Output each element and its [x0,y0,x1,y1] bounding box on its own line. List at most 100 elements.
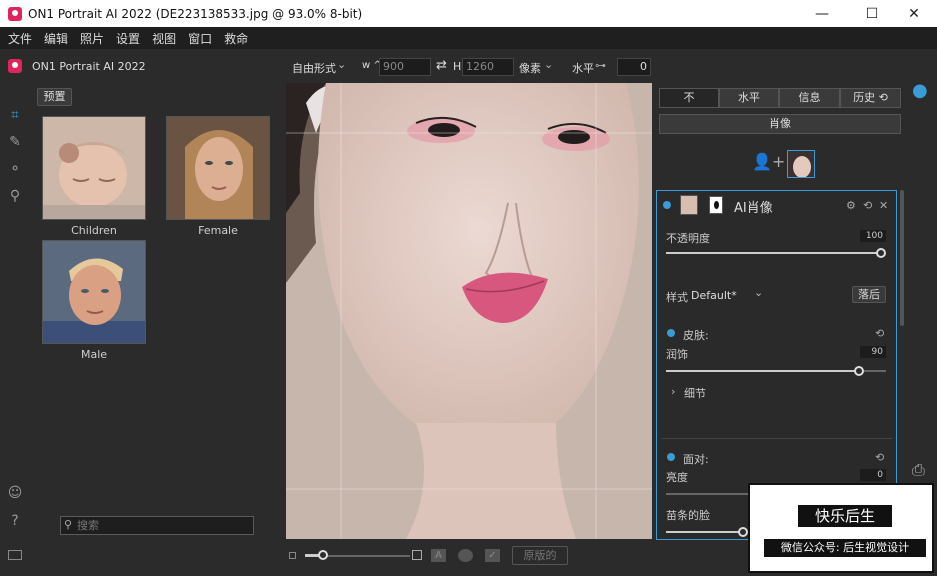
chevron-right-icon[interactable]: › [671,385,675,398]
opacity-label: 不透明度 [666,232,710,245]
slim-face-slider-knob[interactable] [738,527,748,537]
chevron-down-icon[interactable]: ⌄ [754,286,763,299]
skin-enable-dot[interactable] [667,329,675,337]
tab-level[interactable]: 水平 [719,88,779,108]
thumb-label-female: Female [198,224,238,237]
single-view-icon[interactable] [8,550,22,560]
style-select[interactable]: Default* [691,289,737,302]
reset-icon[interactable]: ⟲ [863,199,872,212]
chevron-down-icon[interactable]: ⌄ [337,58,346,71]
add-face-icon[interactable]: 👤+ [752,152,785,171]
watermark-line2: 微信公众号: 后生视觉设计 [764,539,926,557]
preset-thumb-female[interactable] [166,116,270,220]
gear-icon[interactable]: ⚙ [846,199,856,212]
ai-panel-title: AI肖像 [734,201,773,216]
help-icon[interactable]: ? [6,512,24,530]
smooth-label: 润饰 [666,348,688,361]
menu-edit[interactable]: 编辑 [44,30,68,47]
level-label: 水平 [572,62,594,75]
swap-icon[interactable]: ⇄ [436,58,447,73]
panel-scrollbar[interactable] [900,190,904,326]
app-name: ON1 Portrait AI 2022 [32,60,146,73]
zoom-out-icon[interactable] [289,552,296,559]
text-overlay-icon[interactable]: A [431,549,446,562]
retouch-tool-icon[interactable]: ⚬ [6,160,24,178]
preset-button[interactable]: 预置 [37,88,72,106]
menu-photo[interactable]: 照片 [80,30,104,47]
minimize-button[interactable]: — [799,0,845,27]
menu-file[interactable]: 文件 [8,30,32,47]
zoom-tool-icon[interactable]: ⚲ [6,187,24,205]
maximize-button[interactable]: ☐ [849,0,895,27]
fallback-button[interactable]: 落后 [852,286,886,303]
face-enable-dot[interactable] [667,453,675,461]
layer-thumb [680,195,698,215]
close-icon[interactable]: ✕ [879,199,888,212]
opacity-slider-knob[interactable] [876,248,886,258]
level-tool-icon[interactable]: ⊶ [595,59,606,72]
photo-canvas[interactable] [286,83,652,539]
crop-mode-select[interactable]: 自由形式 [292,60,336,76]
title-bar: ON1 Portrait AI 2022 (DE223138533.jpg @ … [0,0,937,27]
menu-window[interactable]: 窗口 [188,30,212,47]
detail-label[interactable]: 细节 [684,385,706,401]
crop-tool-icon[interactable]: ⌗ [6,106,24,124]
portrait-person-icon[interactable]: ● [912,80,928,101]
divider [662,438,892,439]
style-label: 样式 [666,291,688,304]
zoom-slider-knob[interactable] [318,550,328,560]
smooth-slider-knob[interactable] [854,366,864,376]
tab-history[interactable]: 历史 ⟲ [840,88,901,108]
opacity-slider[interactable] [666,252,881,254]
skin-label: 皮肤: [683,329,709,342]
tab-none[interactable]: 不 [659,88,719,108]
woman-photo [167,117,269,219]
portrait-photo [286,83,652,539]
chevron-down-icon[interactable]: ⌄ [544,58,553,71]
app-logo-icon [8,59,22,73]
menu-bar: 文件 编辑 照片 设置 视图 窗口 救命 [0,27,937,49]
opacity-value[interactable]: 100 [860,230,886,242]
zoom-in-icon[interactable] [412,550,422,560]
tool-strip [0,83,30,576]
level-input[interactable]: 0 [617,58,651,76]
check-icon[interactable]: ✓ [485,549,500,562]
watermark: 快乐后生 微信公众号: 后生视觉设计 [748,483,934,573]
window-title: ON1 Portrait AI 2022 (DE223138533.jpg @ … [28,6,363,21]
close-button[interactable]: ✕ [891,0,937,27]
smooth-slider-fill [666,370,859,372]
app-icon [8,6,22,21]
width-input[interactable]: 900 [379,58,431,76]
portrait-button[interactable]: 肖像 [659,114,901,134]
watermark-line1: 快乐后生 [798,505,892,527]
height-input[interactable]: 1260 [462,58,514,76]
menu-settings[interactable]: 设置 [116,30,140,47]
mask-view-icon[interactable] [458,549,473,562]
menu-help[interactable]: 救命 [224,30,248,47]
user-icon[interactable]: ☺ [6,484,24,502]
face-thumbnail[interactable] [787,150,815,178]
enable-dot[interactable] [663,201,671,209]
tab-info[interactable]: 信息 [779,88,840,108]
search-input[interactable]: 搜索 [60,516,254,535]
mask-thumb [709,196,723,214]
face-thumb-photo [788,151,814,177]
unit-select[interactable]: 像素 [519,60,541,76]
preset-thumb-children[interactable] [42,116,146,220]
slim-face-label: 苗条的脸 [666,509,710,522]
brightness-value[interactable]: 0 [860,469,886,481]
preset-thumb-male[interactable] [42,240,146,344]
slim-face-slider[interactable] [666,531,746,533]
face-reset-icon[interactable]: ⟲ [875,451,884,464]
search-icon: ⚲ [64,518,73,531]
face-label: 面对: [683,453,709,466]
smooth-value[interactable]: 90 [860,346,886,358]
baby-photo [43,117,145,219]
brush-tool-icon[interactable]: ✎ [6,133,24,151]
original-button[interactable]: 原版的 [512,546,568,565]
menu-view[interactable]: 视图 [152,30,176,47]
height-label: H [453,60,462,73]
print-icon[interactable]: ⎙ [912,460,925,480]
skin-reset-icon[interactable]: ⟲ [875,327,884,340]
man-photo [43,241,145,343]
